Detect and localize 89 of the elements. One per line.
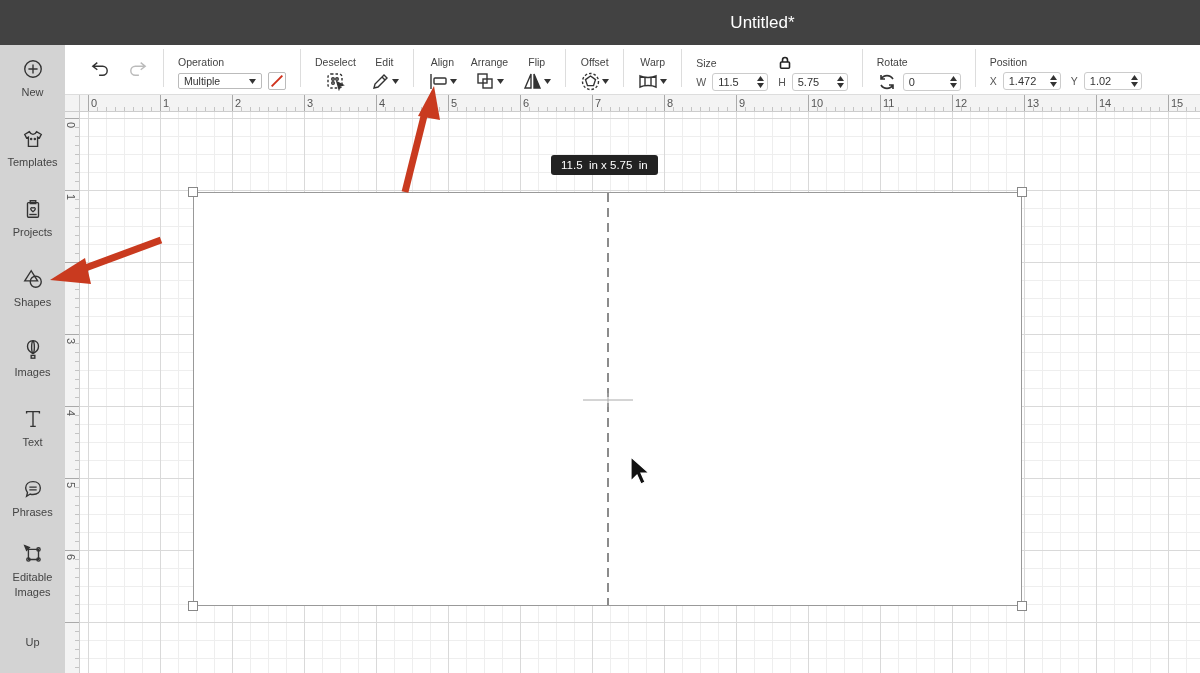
ruler-label: 14 <box>1099 97 1112 109</box>
stepper-icon[interactable] <box>1049 75 1057 87</box>
templates-icon[interactable] <box>21 128 44 150</box>
caret-icon <box>449 78 457 84</box>
caret-icon <box>602 78 610 84</box>
ruler-label: 5 <box>65 482 77 489</box>
offset-tool-button[interactable] <box>580 71 610 91</box>
sidebar-item[interactable]: Editable Images <box>2 570 63 600</box>
ruler-label: 13 <box>1027 97 1040 109</box>
sidebar-item[interactable]: Projects <box>2 225 63 240</box>
field-prefix: H <box>778 76 786 88</box>
sidebar-item[interactable]: Images <box>2 365 63 380</box>
ruler-label: 3 <box>307 97 314 109</box>
number-field[interactable]: 5.75 <box>791 73 848 91</box>
sidebar-item[interactable]: Up <box>2 635 63 650</box>
size-tooltip: 11.5 in x 5.75 in <box>551 155 658 175</box>
sidebar-item[interactable]: Shapes <box>2 295 63 310</box>
tool-label: Rotate <box>876 56 909 68</box>
stepper-icon[interactable] <box>836 76 844 88</box>
ruler-label: 1 <box>65 194 77 201</box>
field-prefix: X <box>989 75 997 87</box>
arrange-icon <box>475 71 496 91</box>
ruler-label: 6 <box>65 554 77 561</box>
number-field[interactable]: 1.472 <box>1002 72 1061 90</box>
tool-label: Position <box>989 56 1029 68</box>
caret-icon <box>544 78 552 84</box>
ruler-label: 10 <box>811 97 824 109</box>
crosshair-icon <box>583 393 633 407</box>
shapes-icon[interactable] <box>21 268 44 290</box>
ruler-label: 2 <box>235 97 242 109</box>
align-icon <box>427 71 448 91</box>
resize-handle[interactable] <box>1017 601 1027 611</box>
sidebar-item[interactable]: Text <box>2 435 63 450</box>
tool-label: Edit <box>375 56 394 68</box>
caret-icon <box>249 78 256 84</box>
ruler-label: 4 <box>65 410 77 417</box>
tool-label: Flip <box>528 56 546 68</box>
ruler-label: 15 <box>1171 97 1184 109</box>
number-field[interactable]: 1.02 <box>1083 72 1142 90</box>
tool-label: Offset <box>580 56 609 68</box>
field-prefix: W <box>696 76 707 88</box>
ruler-label: 5 <box>451 97 458 109</box>
tool-label: Deselect <box>315 56 356 68</box>
arrange-tool-button[interactable] <box>475 71 505 91</box>
new-icon[interactable] <box>21 58 44 80</box>
ruler-label: 12 <box>955 97 968 109</box>
ruler-label: 6 <box>523 97 530 109</box>
editable-icon[interactable] <box>21 543 44 565</box>
stepper-icon[interactable] <box>757 76 765 88</box>
flip-tool-button[interactable] <box>522 71 552 91</box>
cursor-icon <box>630 456 650 486</box>
resize-handle[interactable] <box>188 187 198 197</box>
number-field[interactable]: 11.5 <box>712 73 769 91</box>
number-field[interactable]: 0 <box>902 73 961 91</box>
tool-label: Size <box>696 56 717 69</box>
ruler-label: 8 <box>667 97 674 109</box>
tool-label: Arrange <box>470 56 509 68</box>
caret-icon <box>660 78 668 84</box>
resize-handle[interactable] <box>188 601 198 611</box>
resize-handle[interactable] <box>1017 187 1027 197</box>
tool-label: Align <box>430 56 455 68</box>
deselect-tool-button[interactable] <box>325 71 346 91</box>
flip-icon <box>522 71 543 91</box>
sidebar-item[interactable]: Phrases <box>2 505 63 520</box>
field-prefix: Y <box>1070 75 1078 87</box>
ruler-label: 0 <box>91 97 98 109</box>
operation-dropdown[interactable]: Multiple <box>178 73 262 89</box>
align-tool-button[interactable] <box>427 71 457 91</box>
padlock-closed-icon[interactable] <box>778 56 791 69</box>
sidebar-item[interactable]: New <box>2 85 63 100</box>
ruler-label: 1 <box>163 97 170 109</box>
ruler-label: 4 <box>379 97 386 109</box>
tool-label: Warp <box>640 56 666 68</box>
ruler-label: 3 <box>65 338 77 345</box>
ruler-label: 0 <box>65 122 77 129</box>
stepper-icon[interactable] <box>949 76 957 88</box>
caret-icon <box>391 78 399 84</box>
ruler-label: 7 <box>595 97 602 109</box>
no-fill-swatch[interactable] <box>268 72 286 90</box>
ruler-label: 9 <box>739 97 746 109</box>
undo-icon[interactable] <box>89 59 111 77</box>
tool-label: Operation <box>178 56 226 68</box>
ruler-label: 11 <box>883 97 895 109</box>
deselect-icon <box>325 71 346 91</box>
stepper-icon[interactable] <box>1130 75 1138 87</box>
caret-icon <box>497 78 505 84</box>
document-title: Untitled* <box>730 12 795 33</box>
sidebar-item[interactable]: Templates <box>2 155 63 170</box>
offset-icon <box>580 71 601 91</box>
